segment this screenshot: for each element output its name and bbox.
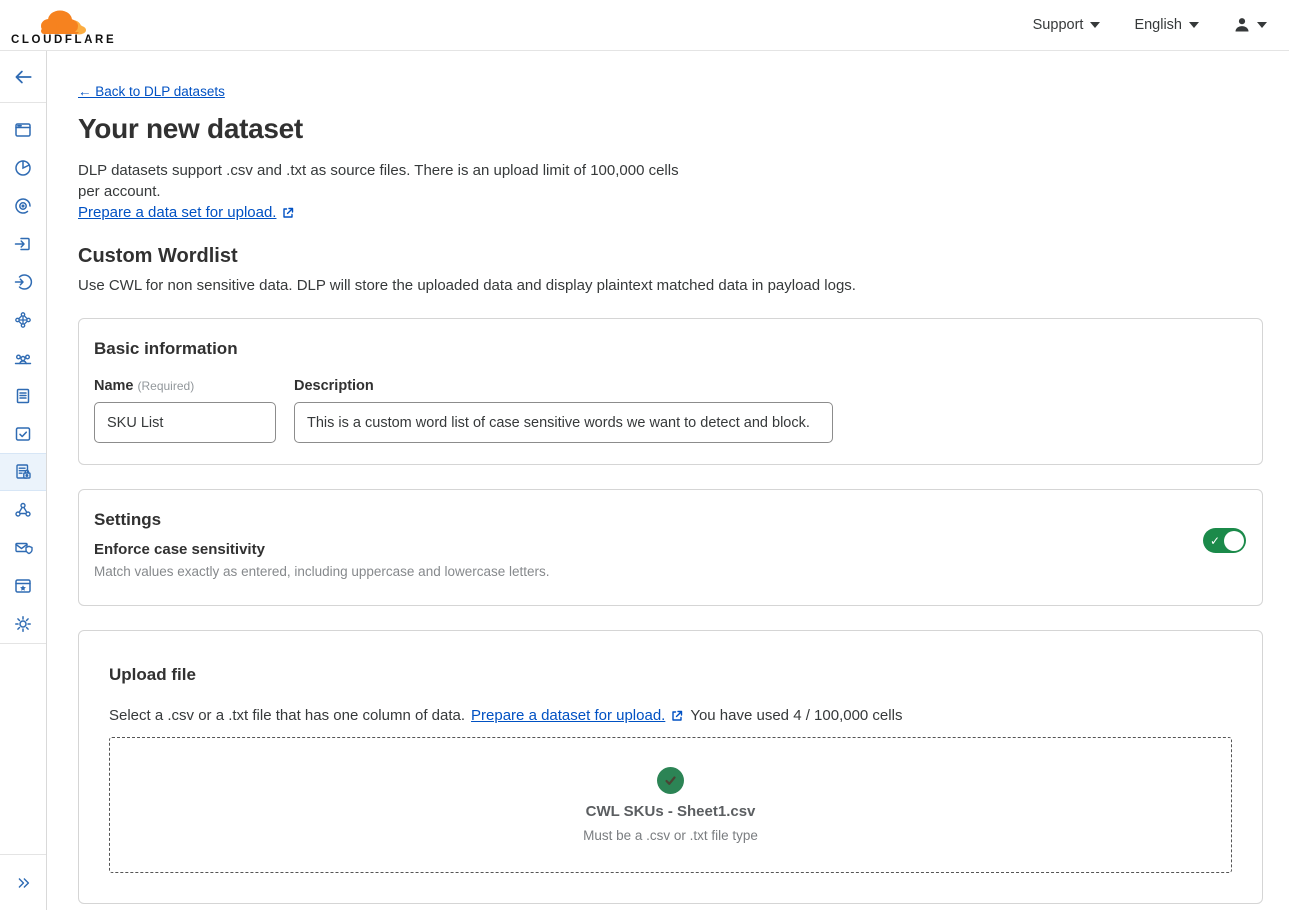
name-field-group: Name(Required) (94, 378, 276, 443)
file-type-hint: Must be a .csv or .txt file type (583, 828, 758, 843)
name-label: Name(Required) (94, 378, 276, 394)
double-chevron-right-icon (14, 874, 32, 892)
custom-wordlist-description: Use CWL for non sensitive data. DLP will… (78, 277, 1263, 294)
page-title: Your new dataset (78, 113, 1263, 145)
cloudflare-logo[interactable]: CLOUDFLARE (0, 5, 116, 46)
top-header: CLOUDFLARE Support English (0, 0, 1289, 51)
sidebar-item-settings[interactable] (0, 605, 46, 643)
language-menu[interactable]: English (1134, 17, 1199, 33)
email-shield-icon (13, 538, 33, 558)
left-sidebar (0, 51, 47, 910)
chevron-down-icon (1189, 22, 1199, 28)
external-link-icon (670, 709, 684, 723)
user-icon (1233, 16, 1251, 34)
prepare-dataset-link-label: Prepare a data set for upload. (78, 204, 276, 221)
basic-information-title: Basic information (94, 339, 1247, 359)
back-arrow-icon (12, 66, 34, 88)
required-hint: (Required) (138, 379, 195, 393)
prepare-dataset-upload-link-label: Prepare a dataset for upload. (471, 707, 665, 724)
support-label: Support (1033, 17, 1084, 33)
cells-usage-text: You have used 4 / 100,000 cells (690, 707, 902, 724)
description-field-group: Description (294, 378, 833, 443)
box-check-icon (13, 424, 33, 444)
upload-file-card: Upload file Select a .csv or a .txt file… (78, 630, 1263, 904)
sidebar-item-analytics[interactable] (0, 149, 46, 187)
name-input[interactable] (94, 402, 276, 443)
language-label: English (1134, 17, 1182, 33)
file-dropzone[interactable]: CWL SKUs - Sheet1.csv Must be a .csv or … (109, 737, 1232, 873)
sidebar-item-dlp[interactable] (0, 453, 46, 491)
logs-icon (13, 386, 33, 406)
gear-icon (13, 614, 33, 634)
cloudflare-wordmark: CLOUDFLARE (11, 34, 116, 46)
enforce-case-sensitivity-label: Enforce case sensitivity (94, 541, 1247, 558)
chevron-down-icon (1257, 22, 1267, 28)
sidebar-back-button[interactable] (0, 51, 46, 103)
custom-wordlist-heading: Custom Wordlist (78, 245, 1263, 268)
gateway-icon (13, 234, 33, 254)
nodes-icon (13, 500, 33, 520)
prepare-dataset-link[interactable]: Prepare a data set for upload. (78, 204, 295, 221)
pie-chart-icon (13, 158, 33, 178)
upload-instructions: Select a .csv or a .txt file that has on… (109, 707, 465, 724)
toggle-check-icon: ✓ (1210, 535, 1220, 547)
prepare-dataset-upload-link[interactable]: Prepare a dataset for upload. (471, 707, 684, 724)
sidebar-item-network[interactable] (0, 301, 46, 339)
sidebar-item-browser-isolation[interactable] (0, 567, 46, 605)
dashboard-icon (13, 120, 33, 140)
back-to-dlp-datasets-link[interactable]: ← Back to DLP datasets (78, 84, 225, 99)
basic-information-card: Basic information Name(Required) Descrip… (78, 318, 1263, 465)
dlp-dataset-lock-icon (13, 462, 33, 482)
sidebar-item-access[interactable] (0, 263, 46, 301)
sidebar-item-email-security[interactable] (0, 529, 46, 567)
description-input[interactable] (294, 402, 833, 443)
enforce-case-sensitivity-toggle[interactable]: ✓ (1203, 528, 1246, 553)
settings-card: Settings Enforce case sensitivity Match … (78, 489, 1263, 606)
sidebar-item-my-team[interactable] (0, 339, 46, 377)
browser-star-icon (13, 576, 33, 596)
rings-icon (13, 196, 33, 216)
main-content: ← Back to DLP datasets Your new dataset … (47, 51, 1289, 910)
chevron-down-icon (1090, 22, 1100, 28)
sidebar-item-zero-trust-overview[interactable] (0, 187, 46, 225)
upload-file-title: Upload file (109, 665, 1232, 685)
sidebar-item-risk-review[interactable] (0, 415, 46, 453)
uploaded-file-name: CWL SKUs - Sheet1.csv (586, 803, 756, 820)
network-graph-icon (13, 310, 33, 330)
sidebar-expand-button[interactable] (0, 854, 46, 910)
support-menu[interactable]: Support (1033, 17, 1101, 33)
upload-success-check-icon (657, 767, 684, 794)
intro-text: DLP datasets support .csv and .txt as so… (78, 160, 698, 202)
sidebar-item-logs[interactable] (0, 377, 46, 415)
enforce-case-sensitivity-description: Match values exactly as entered, includi… (94, 564, 1247, 579)
team-icon (13, 348, 33, 368)
external-link-icon (281, 206, 295, 220)
sidebar-item-service-nodes[interactable] (0, 491, 46, 529)
cloudflare-cloud-icon (35, 8, 93, 35)
toggle-knob (1224, 531, 1244, 551)
description-label: Description (294, 378, 833, 394)
sidebar-item-dashboard[interactable] (0, 111, 46, 149)
account-menu[interactable] (1233, 16, 1267, 34)
sidebar-item-gateway[interactable] (0, 225, 46, 263)
access-icon (13, 272, 33, 292)
settings-title: Settings (94, 510, 1247, 530)
